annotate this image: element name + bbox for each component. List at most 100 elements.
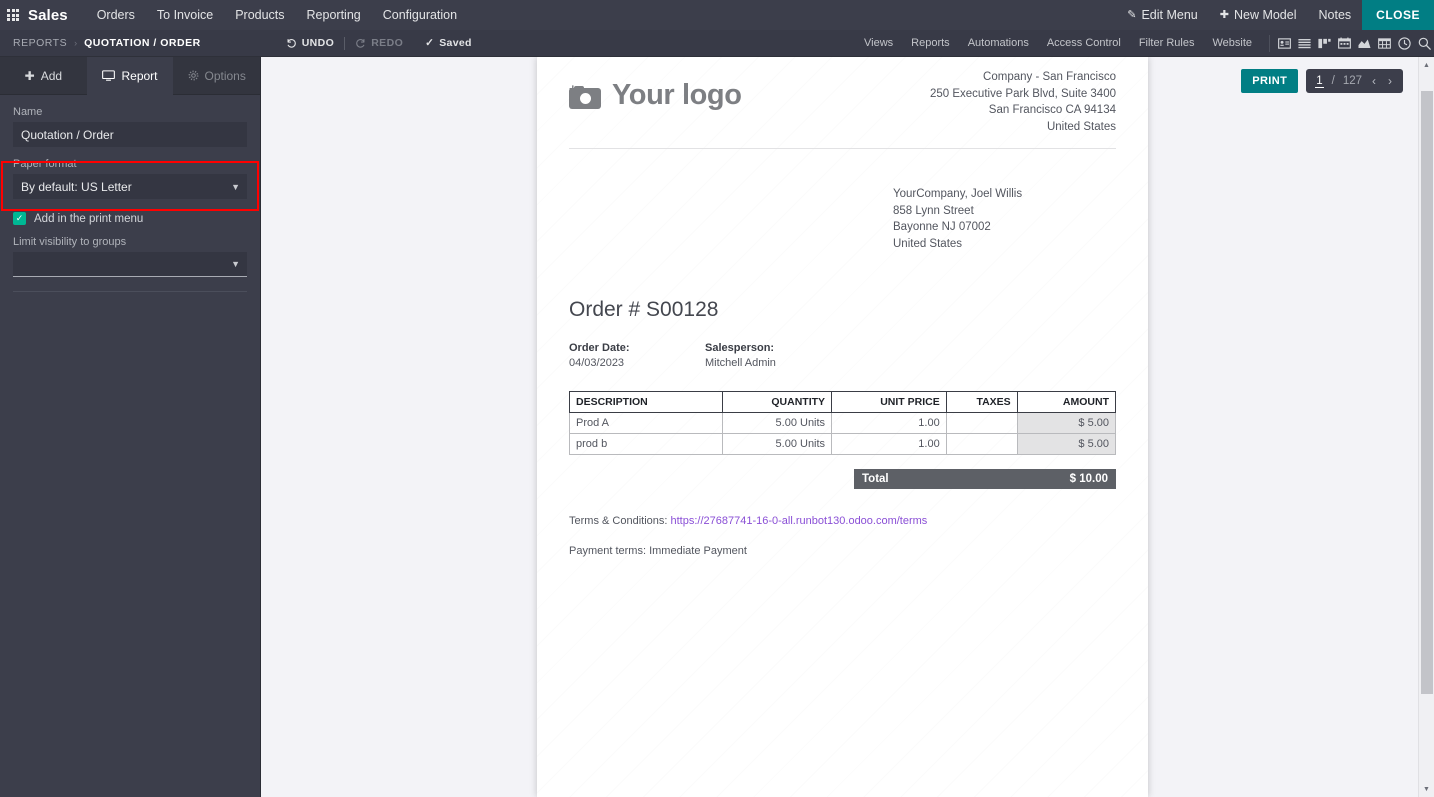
check-icon: ✓ — [425, 37, 435, 49]
meta-value: 04/03/2023 — [569, 357, 625, 369]
add-print-menu-checkbox[interactable]: ✓ — [13, 212, 26, 225]
edit-menu-button[interactable]: ✎ Edit Menu — [1116, 0, 1209, 30]
menu-configuration[interactable]: Configuration — [372, 0, 468, 30]
payment-terms: Payment terms: Immediate Payment — [569, 545, 747, 557]
customer-address-line: 858 Lynn Street — [893, 204, 974, 217]
table-header-row: DESCRIPTION QUANTITY UNIT PRICE TAXES AM… — [569, 391, 1117, 413]
col-taxes: TAXES — [945, 391, 1018, 413]
document-header: + Your logo Company - San Francisco 250 … — [569, 65, 1116, 135]
meta-order-date: Order Date: 04/03/2023 — [569, 342, 705, 369]
terms-link[interactable]: https://27687741-16-0-all.runbot130.odoo… — [670, 515, 927, 527]
scrollbar-thumb[interactable] — [1421, 91, 1433, 694]
list-view-icon[interactable] — [1294, 35, 1314, 52]
subbar-item-access-control[interactable]: Access Control — [1038, 30, 1130, 57]
table-row: Prod A 5.00 Units 1.00 $ 5.00 — [569, 412, 1117, 434]
breadcrumb-reports[interactable]: REPORTS — [13, 37, 67, 49]
subbar-item-reports[interactable]: Reports — [902, 30, 959, 57]
scroll-up-icon[interactable]: ▲ — [1419, 57, 1434, 73]
chevron-down-icon: ▼ — [231, 259, 240, 269]
vertical-scrollbar[interactable]: ▲ ▼ — [1418, 57, 1434, 797]
calendar-view-icon[interactable] — [1334, 35, 1354, 52]
breadcrumb-separator-icon: › — [74, 38, 78, 48]
apps-grid-icon[interactable] — [0, 0, 26, 30]
plus-icon: ✚ — [24, 68, 35, 83]
add-print-menu-row[interactable]: ✓ Add in the print menu — [13, 212, 247, 225]
subbar-item-automations[interactable]: Automations — [959, 30, 1038, 57]
chevron-right-icon[interactable]: › — [1386, 74, 1394, 88]
paper-format-value: By default: US Letter — [21, 179, 132, 194]
tab-report-label: Report — [121, 68, 158, 83]
paper-format-group: Paper format By default: US Letter ▼ — [13, 158, 247, 199]
save-status: ✓ Saved — [413, 37, 472, 49]
cell-quantity: 5.00 Units — [721, 412, 833, 434]
report-paper: + Your logo Company - San Francisco 250 … — [537, 57, 1148, 797]
terms-and-conditions: Terms & Conditions: https://27687741-16-… — [569, 515, 1116, 527]
print-button[interactable]: PRINT — [1241, 69, 1299, 93]
order-lines-table: DESCRIPTION QUANTITY UNIT PRICE TAXES AM… — [569, 391, 1117, 455]
pager-current-input[interactable]: 1 — [1315, 75, 1324, 88]
kanban-card-icon[interactable] — [1274, 35, 1294, 52]
app-brand-sales[interactable]: Sales — [26, 7, 86, 24]
total-box: Total $ 10.00 — [854, 469, 1116, 489]
top-navbar: Sales Orders To Invoice Products Reporti… — [0, 0, 1434, 30]
redo-label: REDO — [371, 37, 404, 49]
cell-amount: $ 5.00 — [1016, 412, 1117, 434]
view-switcher — [1269, 34, 1434, 52]
menu-orders[interactable]: Orders — [86, 0, 146, 30]
tab-add-label: Add — [40, 68, 63, 83]
company-address-line: San Francisco CA 94134 — [988, 104, 1116, 116]
cell-quantity: 5.00 Units — [721, 433, 833, 455]
saved-label: Saved — [439, 37, 472, 49]
new-model-button[interactable]: ✚ New Model — [1209, 0, 1308, 30]
subbar-item-filter-rules[interactable]: Filter Rules — [1130, 30, 1204, 57]
pivot-view-icon[interactable] — [1374, 35, 1394, 52]
cell-taxes — [945, 412, 1018, 434]
company-logo[interactable]: + Your logo — [569, 65, 742, 112]
limit-groups-select[interactable]: ▼ — [13, 252, 247, 277]
breadcrumb: REPORTS › QUOTATION / ORDER — [0, 37, 201, 49]
name-input[interactable] — [13, 122, 247, 147]
report-canvas: PRINT 1 / 127 ‹ › + — [261, 57, 1434, 797]
company-address: Company - San Francisco 250 Executive Pa… — [930, 65, 1116, 135]
pager-divider: / — [1331, 75, 1335, 87]
cell-amount: $ 5.00 — [1016, 433, 1117, 455]
customer-address-line: Bayonne NJ 07002 — [893, 221, 991, 233]
meta-label: Salesperson: — [705, 342, 775, 354]
company-address-line: United States — [1046, 120, 1116, 133]
subbar-item-views[interactable]: Views — [855, 30, 902, 57]
cell-unit-price: 1.00 — [831, 433, 947, 455]
redo-icon — [356, 38, 365, 48]
cell-description: Prod A — [569, 412, 723, 434]
paper-format-select[interactable]: By default: US Letter ▼ — [13, 174, 247, 199]
scroll-down-icon[interactable]: ▼ — [1419, 781, 1434, 797]
tab-options[interactable]: Options — [173, 57, 261, 95]
new-model-label: New Model — [1233, 8, 1297, 22]
meta-value: Mitchell Admin — [705, 357, 776, 369]
studio-subbar-right: Views Reports Automations Access Control… — [855, 30, 1434, 57]
notes-button[interactable]: Notes — [1308, 0, 1363, 30]
chevron-down-icon: ▼ — [231, 181, 240, 192]
subbar-item-website[interactable]: Website — [1203, 30, 1261, 57]
chevron-left-icon[interactable]: ‹ — [1370, 74, 1378, 88]
record-pager: 1 / 127 ‹ › — [1306, 69, 1403, 93]
close-studio-button[interactable]: CLOSE — [1362, 0, 1434, 30]
document-meta: Order Date: 04/03/2023 Salesperson: Mitc… — [569, 342, 1116, 369]
undo-button[interactable]: UNDO — [276, 37, 345, 49]
kanban-view-icon[interactable] — [1314, 35, 1334, 52]
tab-add[interactable]: ✚ Add — [0, 57, 87, 95]
plus-icon: ✚ — [1219, 9, 1229, 21]
tab-report[interactable]: Report — [86, 57, 174, 95]
graph-view-icon[interactable] — [1354, 35, 1374, 52]
add-print-menu-label: Add in the print menu — [34, 212, 144, 225]
activity-view-icon[interactable] — [1394, 35, 1414, 52]
menu-to-invoice[interactable]: To Invoice — [146, 0, 224, 30]
gear-icon — [188, 70, 198, 81]
meta-salesperson: Salesperson: Mitchell Admin — [705, 342, 841, 369]
menu-products[interactable]: Products — [224, 0, 295, 30]
customer-address: YourCompany, Joel Willis 858 Lynn Street… — [893, 186, 1116, 252]
search-icon[interactable] — [1414, 35, 1434, 52]
menu-reporting[interactable]: Reporting — [296, 0, 372, 30]
studio-subbar: REPORTS › QUOTATION / ORDER UNDO REDO ✓ … — [0, 30, 1434, 57]
undo-icon — [287, 38, 296, 48]
redo-button[interactable]: REDO — [345, 37, 413, 49]
